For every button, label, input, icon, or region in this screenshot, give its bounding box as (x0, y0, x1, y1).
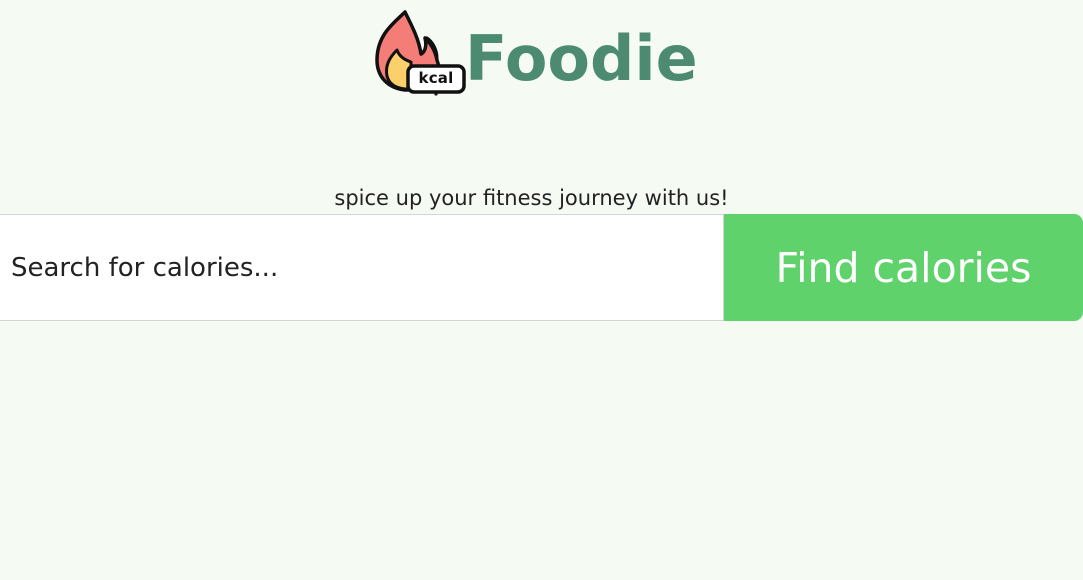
search-input[interactable] (0, 214, 724, 321)
tagline: spice up your fitness journey with us! (334, 186, 729, 210)
kcal-badge-text: kcal (418, 69, 454, 87)
page: kcal Foodie spice up your fitness journe… (0, 0, 1083, 580)
brand-name: Foodie (465, 22, 698, 95)
flame-kcal-icon: kcal (375, 10, 467, 96)
search-bar: Find calories (0, 214, 1083, 321)
find-calories-button[interactable]: Find calories (724, 214, 1083, 321)
logo: kcal Foodie (375, 10, 698, 96)
